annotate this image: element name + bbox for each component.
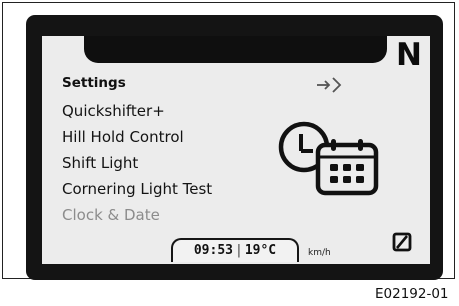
enter-arrow-icon — [317, 77, 342, 93]
gear-indicator: N — [396, 37, 422, 73]
figure-code: E02192-01 — [375, 286, 449, 302]
menu-item-hill-hold-control[interactable]: Hill Hold Control — [62, 124, 212, 150]
trip-reset-icon — [392, 232, 412, 252]
status-separator: | — [235, 243, 243, 258]
status-bar: 09:53 | 19°C — [171, 238, 299, 262]
ambient-temperature: 19°C — [244, 243, 277, 258]
menu-item-clock-date[interactable]: Clock & Date — [62, 202, 212, 228]
settings-menu: Quickshifter+ Hill Hold Control Shift Li… — [62, 98, 212, 228]
clock-calendar-icon — [278, 121, 379, 196]
clock-time: 09:53 — [193, 243, 233, 258]
menu-item-quickshifter[interactable]: Quickshifter+ — [62, 98, 212, 124]
top-status-bar — [84, 36, 387, 63]
menu-item-shift-light[interactable]: Shift Light — [62, 150, 212, 176]
menu-item-cornering-light-test[interactable]: Cornering Light Test — [62, 176, 212, 202]
speed-unit: km/h — [308, 248, 331, 258]
menu-title: Settings — [62, 75, 126, 91]
